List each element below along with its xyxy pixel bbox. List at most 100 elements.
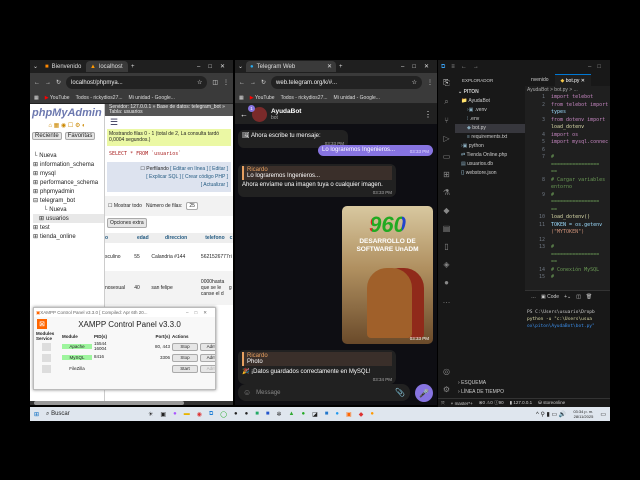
back-icon[interactable]: ←	[239, 80, 245, 86]
window-controls[interactable]: –□	[588, 64, 607, 70]
sql-icon[interactable]: ●	[444, 278, 449, 287]
menu-icon[interactable]: ⋮	[427, 79, 433, 86]
reply-quote[interactable]: Ricardo Lo lograremos Ingenieros...	[242, 166, 392, 180]
tree-item-mysql[interactable]: ⊞ mysql	[33, 169, 104, 178]
explorer-item[interactable]: ⁞ .env	[455, 115, 525, 124]
tree-item-telegram-bot[interactable]: ⊟ telegram_bot	[33, 196, 104, 205]
voice-record-button[interactable]: 🎤	[415, 384, 433, 402]
explorer-item[interactable]: {} webstore.json	[455, 169, 525, 178]
column-header[interactable]: c	[229, 233, 233, 243]
root-folder[interactable]: ⌄ PITON	[455, 87, 525, 97]
taskbar-search[interactable]: ⌕ Buscar	[46, 411, 101, 418]
bookmark-youtube[interactable]: ▶ YouTube	[250, 95, 275, 101]
tab-localhost[interactable]: ▲ localhost	[86, 61, 129, 72]
more-icon[interactable]: ⋮	[424, 110, 432, 119]
menu-icon[interactable]: ≡	[451, 64, 455, 70]
stop-button[interactable]: Stop	[172, 353, 198, 362]
service-checkbox[interactable]	[42, 364, 51, 373]
app-icon[interactable]: ●	[335, 411, 339, 417]
star-icon[interactable]: ☆	[197, 79, 202, 86]
problems-indicator[interactable]: ⊗0 ⚠0 ⓘ90	[479, 400, 504, 406]
window-controls[interactable]: –□✕	[186, 310, 213, 316]
apps-icon[interactable]: ▦	[34, 95, 39, 101]
url-field[interactable]: web.telegram.org/k/#... ☆	[271, 76, 422, 89]
column-header[interactable]: o	[105, 233, 134, 243]
tree-item-nueva[interactable]: └ Nueva	[33, 151, 104, 160]
database-icon[interactable]: ▤	[443, 224, 451, 233]
bookmark-gmail[interactable]: Todos - rickydios27...	[76, 95, 123, 101]
link-php-code[interactable]: [ Crear código PHP ]	[182, 174, 228, 180]
pma-logo[interactable]: phpMyAdmin	[30, 104, 104, 122]
tiktok-icon[interactable]: ●	[234, 411, 238, 417]
menu-icon[interactable]: ⋮	[223, 79, 229, 86]
search-icon[interactable]: ⌕	[444, 97, 448, 107]
tree-item-nueva-table[interactable]: └ Nueva	[33, 205, 104, 214]
start-button[interactable]: Start	[172, 364, 198, 373]
horizontal-scrollbar[interactable]	[30, 401, 233, 405]
split-terminal-icon[interactable]: ◫	[576, 294, 581, 300]
app-icon[interactable]: ■	[325, 411, 329, 417]
window-controls[interactable]: –□✕	[401, 63, 437, 70]
widgets-icon[interactable]: ☀	[148, 411, 153, 418]
image-message[interactable]: 960 DESARROLLO DE SOFTWARE UnADM 03:33 P…	[342, 206, 433, 344]
timeline-section[interactable]: › LÍNEA DE TIEMPO	[458, 389, 504, 395]
explorer-item[interactable]: ›▣ .venv	[455, 106, 525, 115]
tree-item-phpmyadmin[interactable]: ⊞ phpmyadmin	[33, 187, 104, 196]
tab-welcome[interactable]: nvenido	[525, 77, 555, 83]
explorer-item[interactable]: ≡ requirements.txt	[455, 133, 525, 142]
copilot-icon[interactable]: ●	[173, 411, 177, 417]
remote-icon[interactable]: ▭	[443, 152, 451, 161]
menu-toggle[interactable]: ☰	[105, 116, 233, 129]
file-explorer-icon[interactable]: ▬	[184, 411, 190, 417]
task-view-icon[interactable]: ▣	[160, 411, 166, 418]
start-button[interactable]: ⊞	[34, 411, 39, 418]
clock[interactable]: 03:34 p. m. 28/11/2025	[573, 409, 593, 419]
stop-button[interactable]: Stop	[172, 342, 198, 351]
app-icon[interactable]: ▲	[289, 411, 295, 417]
column-header[interactable]: telefono	[201, 233, 229, 243]
link-refresh[interactable]: [ Actualizar ]	[201, 182, 228, 188]
outline-section[interactable]: › ESQUEMA	[458, 380, 486, 386]
whatsapp-icon[interactable]: ◯	[220, 411, 227, 418]
run-debug-icon[interactable]: ▷	[443, 134, 449, 143]
reload-icon[interactable]: ↻	[261, 79, 266, 86]
tree-item-performance-schema[interactable]: ⊞ performance_schema	[33, 178, 104, 187]
explorer-item[interactable]: ▤ usuarios.db	[455, 160, 525, 169]
notifications-icon[interactable]: ▭	[600, 411, 606, 418]
tree-item-tienda-online[interactable]: ⊞ tienda_online	[33, 232, 104, 241]
xampp-taskbar-icon[interactable]: ▣	[346, 411, 352, 418]
profiling-checkbox[interactable]: ☐ Perfilando	[140, 166, 168, 172]
rows-select[interactable]: 25	[186, 202, 198, 210]
testing-icon[interactable]: ⚗	[443, 188, 450, 197]
back-arrow-icon[interactable]: ←	[240, 110, 248, 119]
bookmark-drive[interactable]: Mi unidad - Google...	[129, 95, 175, 101]
database-indicator[interactable]: ⛁ storeonline	[538, 400, 565, 406]
remote-indicator[interactable]: ⤧	[441, 401, 445, 406]
bookmark-gmail[interactable]: Todos - rickydios27...	[281, 95, 328, 101]
tab-bot-py[interactable]: ◆ bot.py ✕	[554, 74, 591, 86]
emoji-icon[interactable]: ☺	[243, 388, 251, 397]
vscode-icon[interactable]: ⧉	[209, 411, 213, 418]
device-icon[interactable]: ▯	[444, 242, 448, 251]
extensions-icon[interactable]: ⊞	[443, 170, 450, 179]
bookmark-drive[interactable]: Mi unidad - Google...	[334, 95, 380, 101]
window-controls[interactable]: –□✕	[197, 63, 233, 70]
column-header[interactable]: edad	[134, 233, 151, 243]
link-explain[interactable]: [ Explicar SQL ]	[146, 174, 181, 180]
app-icon[interactable]: ●	[370, 411, 374, 417]
new-tab-button[interactable]: +	[339, 64, 343, 70]
chat-name[interactable]: AyudaBot	[271, 108, 301, 115]
forward-icon[interactable]: →	[45, 80, 51, 86]
tab-bienvenido[interactable]: ■ Bienvenido	[41, 61, 83, 72]
attach-icon[interactable]: 📎	[395, 388, 405, 397]
more-icon[interactable]: …	[443, 296, 451, 305]
show-all-checkbox[interactable]: ☐ Mostrar todo	[108, 203, 142, 209]
extra-options-button[interactable]: Opciones extra	[107, 218, 147, 228]
account-icon[interactable]: ◎	[443, 367, 450, 376]
reply-quote[interactable]: Ricardo Photo	[242, 352, 392, 366]
obs-icon[interactable]: ●	[245, 411, 249, 417]
admin-button[interactable]: Admin	[200, 364, 215, 373]
explorer-item[interactable]: ◆ bot.py	[455, 124, 525, 133]
tab-favoritas[interactable]: Favoritas	[64, 132, 96, 140]
forward-icon[interactable]: →	[250, 80, 256, 86]
